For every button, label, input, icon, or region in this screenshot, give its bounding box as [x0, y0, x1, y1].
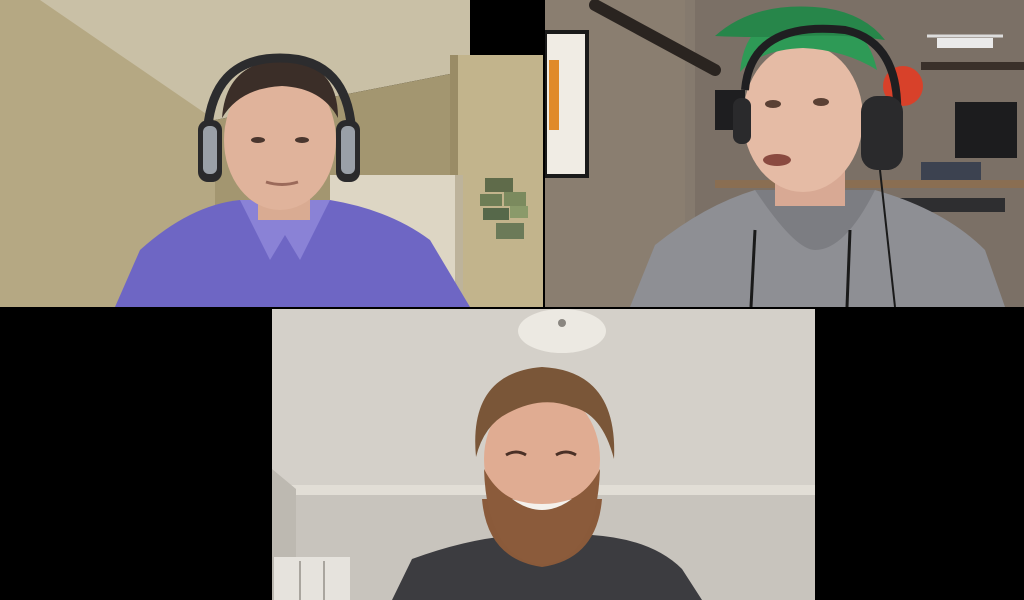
participant-video-feed: [272, 309, 815, 600]
video-gallery: [0, 0, 1024, 600]
participant-video-tile[interactable]: [272, 309, 815, 600]
participant-video-feed: [0, 0, 543, 307]
participant-video-tile[interactable]: [0, 0, 543, 307]
participant-video-feed: [545, 0, 1024, 307]
participant-video-tile[interactable]: [545, 0, 1024, 307]
